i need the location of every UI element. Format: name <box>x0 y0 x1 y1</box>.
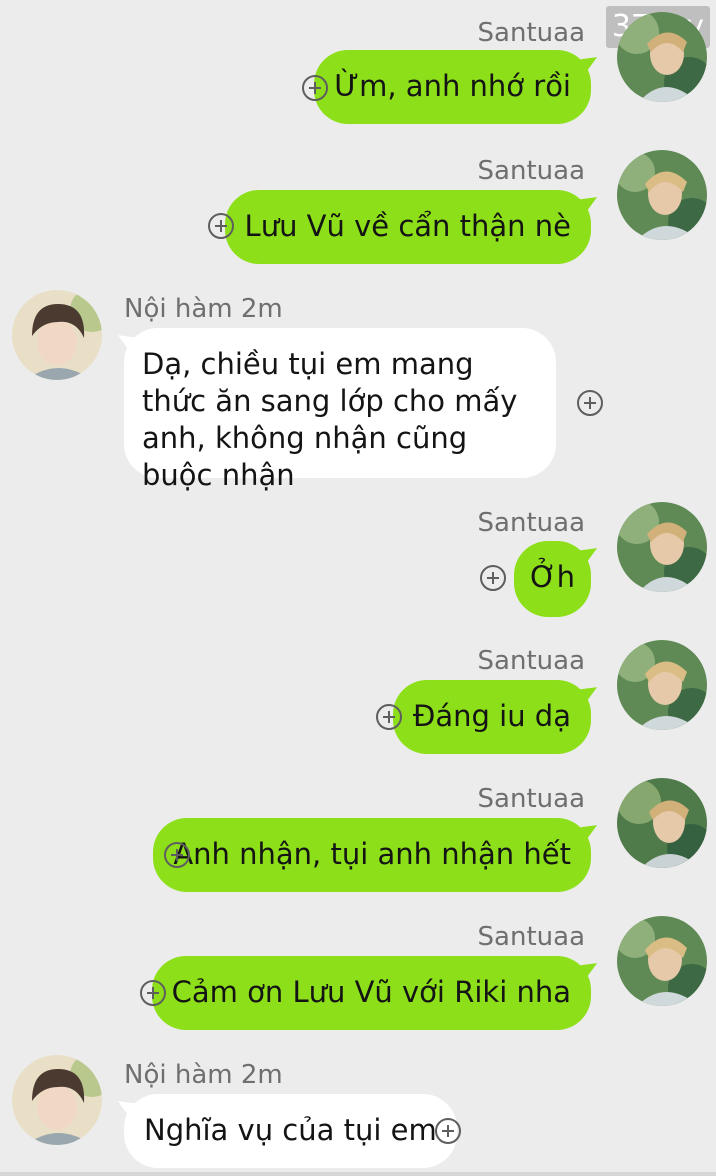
avatar[interactable] <box>617 502 707 592</box>
avatar[interactable] <box>617 916 707 1006</box>
message-bubble[interactable]: Cảm ơn Lưu Vũ với Riki nha <box>151 956 591 1030</box>
sender-name: Santuaa <box>477 18 585 48</box>
plus-circle-icon[interactable] <box>140 980 166 1006</box>
avatar[interactable] <box>617 640 707 730</box>
sender-name: Nội hàm 2m <box>124 1060 283 1090</box>
message-bubble[interactable]: Anh nhận, tụi anh nhận hết <box>153 818 591 892</box>
plus-circle-icon[interactable] <box>435 1118 461 1144</box>
message-bubble[interactable]: Đáng iu dạ <box>392 680 591 754</box>
message-bubble[interactable]: Ởh <box>514 541 591 617</box>
plus-circle-icon[interactable] <box>208 213 234 239</box>
plus-circle-icon[interactable] <box>302 75 328 101</box>
plus-circle-icon[interactable] <box>577 390 603 416</box>
message-bubble[interactable]: Nghĩa vụ của tụi em <box>124 1094 457 1168</box>
sender-name: Nội hàm 2m <box>124 294 283 324</box>
sender-name: Santuaa <box>477 156 585 186</box>
plus-circle-icon[interactable] <box>480 565 506 591</box>
avatar[interactable] <box>12 1055 102 1145</box>
message-bubble[interactable]: Lưu Vũ về cẩn thận nè <box>224 190 591 264</box>
avatar[interactable] <box>617 150 707 240</box>
plus-circle-icon[interactable] <box>164 842 190 868</box>
bottom-edge <box>0 1172 716 1176</box>
chat-screen: 37 joy Santuaa Ừm, anh nhớ rồi Santuaa L… <box>0 0 716 1176</box>
sender-name: Santuaa <box>477 508 585 538</box>
avatar[interactable] <box>617 12 707 102</box>
message-bubble[interactable]: Ừm, anh nhớ rồi <box>314 50 591 124</box>
avatar[interactable] <box>617 778 707 868</box>
plus-circle-icon[interactable] <box>376 704 402 730</box>
sender-name: Santuaa <box>477 922 585 952</box>
sender-name: Santuaa <box>477 646 585 676</box>
avatar[interactable] <box>12 290 102 380</box>
message-bubble[interactable]: Dạ, chiều tụi em mang thức ăn sang lớp c… <box>124 328 556 492</box>
sender-name: Santuaa <box>477 784 585 814</box>
